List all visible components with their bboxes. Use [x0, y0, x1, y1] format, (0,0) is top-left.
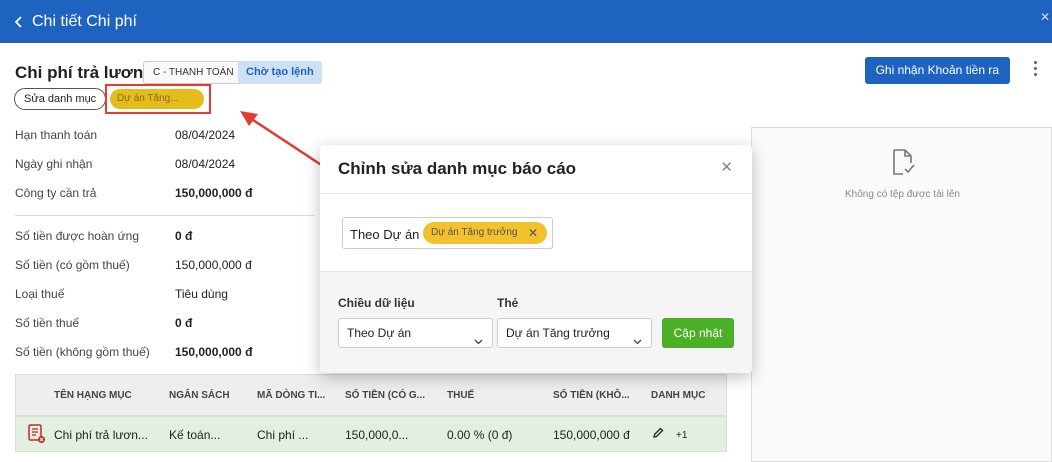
col-category: DANH MỤC — [651, 390, 706, 401]
cell-tax: 0.00 % (0 đ) — [447, 428, 513, 442]
selected-tag-chip: Dự án Tăng trưởng ✕ — [423, 222, 547, 244]
page-title: Chi tiết Chi phí — [32, 12, 137, 30]
pencil-icon[interactable] — [652, 427, 664, 442]
cell-item-name: Chi phí trả lươn... — [54, 428, 148, 442]
col-budget: NGÂN SÁCH — [169, 390, 230, 401]
highlight-annotation — [105, 84, 211, 114]
col-amount-incl: SỐ TIỀN (CÓ G... — [345, 390, 426, 401]
update-button[interactable]: Cập nhật — [662, 318, 734, 348]
dimension-select[interactable]: Theo Dự án — [338, 318, 493, 348]
tag-field-label: Thẻ — [497, 296, 519, 310]
dialog-close-icon[interactable]: ✕ — [720, 158, 733, 176]
dialog-form: Chiều dữ liệu Theo Dự án Thẻ Dự án Tăng … — [320, 271, 752, 373]
filter-dimension-label: Theo Dự án — [350, 227, 420, 242]
dimension-select-value: Theo Dự án — [347, 326, 412, 340]
info-label-due-date: Hạn thanh toán — [15, 128, 98, 142]
file-check-icon — [890, 148, 916, 179]
empty-attachment-text: Không có tệp được tải lên — [845, 189, 960, 200]
top-bar: Chi tiết Chi phí ✕ — [0, 0, 1052, 43]
info-label-tax-amount: Số tiền thuế — [15, 316, 80, 330]
record-payment-button[interactable]: Ghi nhận Khoản tiền ra — [864, 57, 1010, 84]
col-amount-excl: SỐ TIỀN (KHÔ... — [553, 390, 630, 401]
divider — [320, 193, 752, 194]
remove-tag-icon[interactable]: ✕ — [528, 222, 538, 244]
info-label-reimbursed: Số tiền được hoàn ứng — [15, 229, 140, 243]
info-value-amount-incl-tax: 150,000,000 đ — [175, 258, 252, 272]
col-item-name: TÊN HẠNG MỤC — [54, 390, 132, 401]
tag-select[interactable]: Dự án Tăng trưởng — [497, 318, 652, 348]
info-label-amount-incl-tax: Số tiền (có gồm thuế) — [15, 258, 130, 272]
chevron-down-icon — [474, 328, 483, 356]
info-label-company-pay: Công ty cần trả — [15, 186, 97, 200]
info-value-tax-amount: 0 đ — [175, 316, 193, 330]
info-label-tax-type: Loại thuế — [15, 287, 65, 301]
edit-category-dialog: Chỉnh sửa danh mục báo cáo ✕ Theo Dự án … — [320, 145, 752, 373]
info-value-company-pay: 150,000,000 đ — [175, 186, 253, 200]
attachment-panel: Không có tệp được tải lên — [751, 127, 1052, 462]
table-row[interactable]: Chi phí trả lươn... Kế toán... Chi phí .… — [15, 416, 727, 452]
info-label-record-date: Ngày ghi nhận — [15, 157, 93, 171]
cell-amount-incl: 150,000,0... — [345, 428, 409, 442]
cell-cashflow-code: Chi phí ... — [257, 428, 309, 442]
back-icon[interactable] — [14, 15, 24, 28]
close-icon[interactable]: ✕ — [1040, 10, 1050, 24]
status-badge: Chờ tạo lệnh — [238, 61, 322, 84]
payment-badge: C - THANH TOÁN — [143, 61, 244, 84]
table-header: TÊN HẠNG MỤC NGÂN SÁCH MÃ DÒNG TI... SỐ … — [15, 374, 727, 416]
more-categories-count[interactable]: +1 — [676, 430, 687, 441]
selected-filters-box: Theo Dự án Dự án Tăng trưởng ✕ — [342, 217, 553, 249]
edit-category-button[interactable]: Sửa danh mục — [14, 88, 107, 110]
line-items-table: TÊN HẠNG MỤC NGÂN SÁCH MÃ DÒNG TI... SỐ … — [15, 374, 727, 462]
col-cashflow-code: MÃ DÒNG TI... — [257, 390, 326, 401]
info-value-amount-excl-tax: 150,000,000 đ — [175, 345, 253, 359]
cell-budget: Kế toán... — [169, 428, 221, 442]
selected-tag-label: Dự án Tăng trưởng — [431, 227, 518, 238]
info-value-tax-type: Tiêu dùng — [175, 287, 228, 301]
info-value-due-date: 08/04/2024 — [175, 128, 236, 142]
expense-title: Chi phí trả lương — [15, 63, 154, 82]
info-label-amount-excl-tax: Số tiền (không gồm thuế) — [15, 345, 150, 359]
chevron-down-icon — [633, 328, 642, 356]
cell-amount-excl: 150,000,000 đ — [553, 428, 630, 442]
info-value-record-date: 08/04/2024 — [175, 157, 236, 171]
dialog-title: Chỉnh sửa danh mục báo cáo — [338, 159, 577, 178]
tag-select-value: Dự án Tăng trưởng — [506, 326, 610, 340]
more-options-icon[interactable] — [1034, 61, 1038, 79]
expense-doc-icon — [28, 424, 46, 447]
divider — [15, 215, 315, 216]
info-value-reimbursed: 0 đ — [175, 229, 193, 243]
dimension-field-label: Chiều dữ liệu — [338, 296, 415, 310]
col-tax: THUẾ — [447, 390, 475, 401]
